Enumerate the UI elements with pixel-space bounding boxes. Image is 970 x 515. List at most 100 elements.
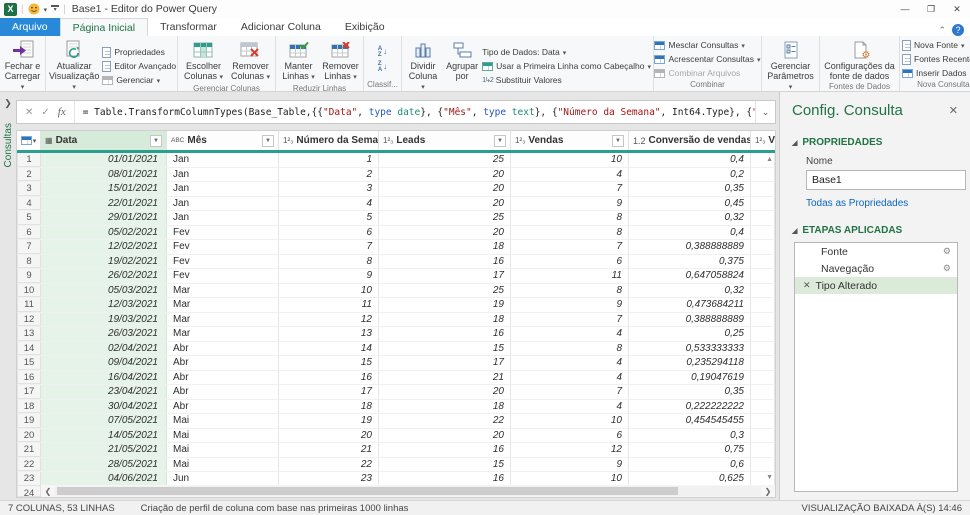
step-settings-gear-icon[interactable]: ⚙ (943, 246, 951, 257)
cell-data[interactable]: 12/03/2021 (41, 298, 167, 312)
cell-numero-da-semana[interactable]: 16 (279, 370, 379, 384)
cell-vendas[interactable]: 7 (511, 240, 629, 254)
merge-queries-button[interactable]: Mesclar Consultas (654, 39, 760, 52)
cell-leads[interactable]: 17 (379, 269, 511, 283)
scroll-left-icon[interactable]: ❮ (41, 487, 55, 496)
cell-leads[interactable]: 18 (379, 312, 511, 326)
delete-step-icon[interactable]: ✕ (803, 280, 811, 291)
cell-venda-clipped[interactable] (751, 211, 775, 225)
cell-leads[interactable]: 22 (379, 414, 511, 428)
cell-conversao[interactable]: 0,222222222 (629, 399, 751, 413)
close-and-load-button[interactable]: Fechar e Carregar (2, 38, 43, 91)
cell-leads[interactable]: 16 (379, 472, 511, 486)
sort-ascending-button[interactable]: AZ ↓ (378, 45, 387, 58)
cell-leads[interactable]: 16 (379, 327, 511, 341)
keep-rows-button[interactable]: Manter Linhas (278, 38, 319, 84)
cell-conversao[interactable]: 0,388888889 (629, 240, 751, 254)
query-name-input[interactable] (806, 170, 966, 190)
row-index[interactable]: 7 (17, 240, 41, 254)
tab-pagina-inicial[interactable]: Página Inicial (59, 18, 149, 36)
smiley-dropdown-caret-icon[interactable] (44, 3, 48, 15)
cell-numero-da-semana[interactable]: 3 (279, 182, 379, 196)
cell-conversao[interactable]: 0,4 (629, 225, 751, 239)
cell-data[interactable]: 01/01/2021 (41, 153, 167, 167)
cell-vendas[interactable]: 4 (511, 399, 629, 413)
cell-venda-clipped[interactable] (751, 428, 775, 442)
use-first-row-button[interactable]: Usar a Primeira Linha como Cabeçalho (482, 60, 651, 73)
cell-numero-da-semana[interactable]: 18 (279, 399, 379, 413)
row-index[interactable]: 5 (17, 211, 41, 225)
cell-data[interactable]: 30/04/2021 (41, 399, 167, 413)
minimize-button[interactable]: — (892, 1, 918, 18)
cell-numero-da-semana[interactable]: 15 (279, 356, 379, 370)
cell-leads[interactable]: 21 (379, 370, 511, 384)
step-fonte[interactable]: Fonte ⚙ (795, 243, 957, 260)
filter-button[interactable]: ▼ (494, 134, 506, 147)
cell-vendas[interactable]: 7 (511, 312, 629, 326)
select-all-corner-button[interactable] (17, 131, 41, 150)
cell-vendas[interactable]: 8 (511, 211, 629, 225)
scroll-down-icon[interactable]: ▼ (766, 474, 773, 481)
step-navegacao[interactable]: Navegação ⚙ (795, 260, 957, 277)
cell-vendas[interactable]: 4 (511, 327, 629, 341)
formula-expand-icon[interactable]: ⌄ (755, 101, 775, 123)
expand-queries-pane-icon[interactable]: ❯ (4, 98, 12, 109)
close-button[interactable]: ✕ (944, 1, 970, 18)
recent-sources-button[interactable]: Fontes Recentes (902, 53, 970, 66)
cell-data[interactable]: 12/02/2021 (41, 240, 167, 254)
remove-rows-button[interactable]: Remover Linhas (320, 38, 361, 84)
row-index[interactable]: 19 (17, 414, 41, 428)
row-index[interactable]: 3 (17, 182, 41, 196)
cell-mes[interactable]: Mar (167, 298, 279, 312)
cell-conversao[interactable]: 0,4 (629, 153, 751, 167)
cell-numero-da-semana[interactable]: 23 (279, 472, 379, 486)
cell-numero-da-semana[interactable]: 9 (279, 269, 379, 283)
cell-numero-da-semana[interactable]: 6 (279, 225, 379, 239)
cell-conversao[interactable]: 0,75 (629, 443, 751, 457)
cell-vendas[interactable]: 9 (511, 298, 629, 312)
formula-input[interactable]: = Table.TransformColumnTypes(Base_Table,… (75, 107, 755, 118)
filter-button[interactable]: ▼ (612, 134, 624, 147)
column-header-leads[interactable]: 1²₃ Leads ▼ (379, 131, 511, 150)
cell-venda-clipped[interactable] (751, 370, 775, 384)
properties-section-header[interactable]: ◢ PROPRIEDADES (792, 137, 958, 148)
row-index[interactable]: 10 (17, 283, 41, 297)
cell-mes[interactable]: Jan (167, 167, 279, 181)
cell-venda-clipped[interactable] (751, 399, 775, 413)
group-by-button[interactable]: Agrupar por (443, 38, 481, 91)
cell-leads[interactable]: 16 (379, 443, 511, 457)
row-index[interactable]: 2 (17, 167, 41, 181)
cell-data[interactable]: 26/03/2021 (41, 327, 167, 341)
cell-venda-clipped[interactable] (751, 225, 775, 239)
cell-numero-da-semana[interactable]: 20 (279, 428, 379, 442)
cell-vendas[interactable]: 4 (511, 167, 629, 181)
cell-mes[interactable]: Abr (167, 370, 279, 384)
cell-leads[interactable]: 20 (379, 385, 511, 399)
replace-values-button[interactable]: 1↳2 Substituir Valores (482, 74, 651, 87)
cell-conversao[interactable]: 0,533333333 (629, 341, 751, 355)
cell-data[interactable]: 16/04/2021 (41, 370, 167, 384)
column-header-conversao-de-vendas[interactable]: 1.2 Conversão de vendas ▼ (629, 131, 751, 150)
cell-data[interactable]: 09/04/2021 (41, 356, 167, 370)
tab-adicionar-coluna[interactable]: Adicionar Coluna (229, 18, 333, 36)
cell-leads[interactable]: 17 (379, 356, 511, 370)
cell-numero-da-semana[interactable]: 17 (279, 385, 379, 399)
refresh-preview-button[interactable]: Atualizar Visualização (47, 38, 101, 91)
step-settings-gear-icon[interactable]: ⚙ (943, 263, 951, 274)
scrollbar-thumb[interactable] (57, 487, 679, 495)
cell-data[interactable]: 23/04/2021 (41, 385, 167, 399)
cell-conversao[interactable]: 0,625 (629, 472, 751, 486)
column-header-data[interactable]: ▦ Data ▼ (41, 131, 167, 150)
column-header-venda-clipped[interactable]: 1²₃ Venda (751, 131, 775, 150)
choose-columns-button[interactable]: Escolher Colunas (180, 38, 227, 84)
cell-mes[interactable]: Mar (167, 327, 279, 341)
cell-mes[interactable]: Mai (167, 457, 279, 471)
cell-numero-da-semana[interactable]: 1 (279, 153, 379, 167)
cell-numero-da-semana[interactable]: 5 (279, 211, 379, 225)
cell-vendas[interactable]: 7 (511, 385, 629, 399)
applied-steps-section-header[interactable]: ◢ ETAPAS APLICADAS (792, 225, 958, 236)
cell-conversao[interactable]: 0,388888889 (629, 312, 751, 326)
cell-vendas[interactable]: 9 (511, 457, 629, 471)
cell-data[interactable]: 28/05/2021 (41, 457, 167, 471)
cell-venda-clipped[interactable] (751, 443, 775, 457)
